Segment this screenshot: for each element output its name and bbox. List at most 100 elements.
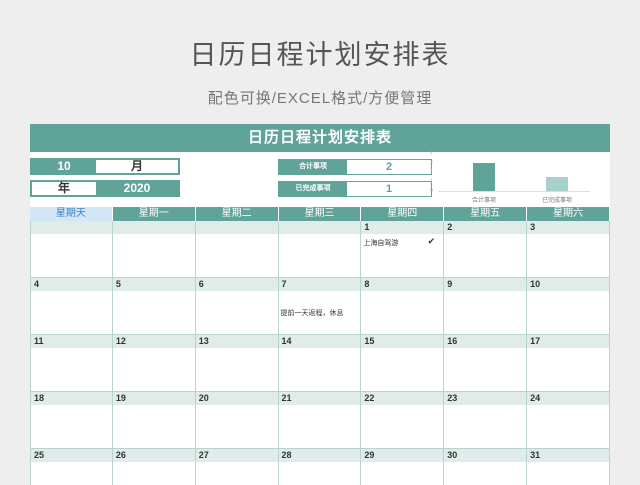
day-number: 16: [444, 335, 527, 348]
day-number: [195, 221, 278, 234]
month-value[interactable]: 10: [32, 160, 96, 173]
day-number: 26: [112, 449, 195, 462]
day-number: 30: [444, 449, 527, 462]
day-note[interactable]: 上海自驾游: [363, 238, 398, 248]
calendar-day[interactable]: 6: [195, 278, 279, 335]
calendar-week: 18 19 20 21 22 23 24: [30, 392, 610, 449]
day-number: 23: [444, 392, 527, 405]
y-tick-label: 1: [430, 169, 433, 175]
calendar-day[interactable]: [195, 221, 279, 278]
calendar-day[interactable]: 19: [112, 392, 196, 449]
y-tick-label: 1: [430, 178, 433, 185]
calendar-day[interactable]: 2: [444, 221, 528, 278]
calendar-week: 4 5 6 7 提前一天返程，休息 8 9 10: [30, 278, 610, 335]
year-box[interactable]: 年 2020: [30, 180, 180, 197]
x-tick-label: 合计事项: [471, 198, 496, 204]
calendar-week: 11 12 13 14 15 16 17: [30, 335, 610, 392]
calendar-day[interactable]: 8: [361, 278, 445, 335]
day-number: [112, 221, 195, 234]
day-number: 22: [361, 392, 444, 405]
day-number: 5: [112, 278, 195, 291]
calendar-day[interactable]: 29: [361, 449, 445, 485]
day-number: 7: [278, 278, 361, 291]
calendar-day[interactable]: 31: [527, 449, 610, 485]
calendar-day[interactable]: 22: [361, 392, 445, 449]
done-check-icon[interactable]: ✔: [428, 236, 436, 247]
day-number: 28: [278, 449, 361, 462]
stat-total: 合计事项 2: [278, 159, 432, 175]
calendar-day[interactable]: 21: [278, 392, 362, 449]
day-number: 18: [31, 392, 112, 405]
calendar-weeks: 1 上海自驾游 ✔ 2 3 4 5 6 7 提前一天返程，休息 8 9 10 11 12 13 14 15 16 17…: [30, 221, 610, 485]
calendar-day[interactable]: 30: [444, 449, 528, 485]
x-tick-label: 已完成事项: [541, 198, 572, 204]
day-number: 20: [195, 392, 278, 405]
day-number: 21: [278, 392, 361, 405]
day-number: [31, 221, 112, 234]
stat-done-label: 已完成事项: [279, 182, 347, 196]
day-number: 15: [361, 335, 444, 348]
calendar-day[interactable]: 9: [444, 278, 528, 335]
day-note[interactable]: 提前一天返程，休息: [281, 308, 344, 318]
day-number: 24: [527, 392, 609, 405]
calendar-day[interactable]: 18: [30, 392, 113, 449]
day-number: 8: [361, 278, 444, 291]
day-number: 29: [361, 449, 444, 462]
calendar-sheet: 日历日程计划安排表 10 月 年 2020 合计事项 2 已完成事项 1 221…: [30, 124, 610, 485]
calendar-day[interactable]: [112, 221, 196, 278]
day-number: 17: [527, 335, 609, 348]
calendar-day[interactable]: 13: [195, 335, 279, 392]
calendar-week: 25 26 27 28 29 30 31: [30, 449, 610, 485]
weekday-label: 星期四: [361, 207, 445, 221]
calendar-day[interactable]: 15: [361, 335, 445, 392]
weekday-label: 星期一: [112, 207, 196, 221]
weekday-label: 星期五: [444, 207, 528, 221]
year-value[interactable]: 2020: [96, 182, 178, 195]
summary-bar-chart: 2 2 1 1 0 合计事项 已完成事项: [430, 150, 590, 207]
calendar-day[interactable]: 11: [30, 335, 113, 392]
day-number: 11: [31, 335, 112, 348]
calendar-day[interactable]: 27: [195, 449, 279, 485]
day-number: 12: [112, 335, 195, 348]
y-tick-label: 2: [430, 150, 433, 156]
y-tick-label: 0: [430, 188, 433, 194]
chart-bar: [473, 163, 495, 191]
calendar-day[interactable]: 16: [444, 335, 528, 392]
day-number: 1: [361, 221, 444, 234]
calendar-day[interactable]: 24: [527, 392, 610, 449]
calendar-day[interactable]: 5: [112, 278, 196, 335]
calendar-day[interactable]: 1 上海自驾游 ✔: [361, 221, 445, 278]
calendar-day[interactable]: [278, 221, 362, 278]
calendar-day[interactable]: 25: [30, 449, 113, 485]
calendar-day[interactable]: 7 提前一天返程，休息: [278, 278, 362, 335]
stat-total-value: 2: [347, 160, 431, 174]
day-number: 31: [527, 449, 609, 462]
calendar-day[interactable]: 23: [444, 392, 528, 449]
stat-done-value: 1: [347, 182, 431, 196]
calendar-day[interactable]: 14: [278, 335, 362, 392]
day-number: [278, 221, 361, 234]
calendar-week: 1 上海自驾游 ✔ 2 3: [30, 221, 610, 278]
calendar-day[interactable]: 12: [112, 335, 196, 392]
weekday-label: 星期天: [30, 207, 113, 221]
day-number: 27: [195, 449, 278, 462]
calendar-day[interactable]: 4: [30, 278, 113, 335]
calendar-day[interactable]: [30, 221, 113, 278]
day-number: 3: [527, 221, 609, 234]
calendar-day[interactable]: 20: [195, 392, 279, 449]
calendar-day[interactable]: 17: [527, 335, 610, 392]
day-number: 2: [444, 221, 527, 234]
calendar-day[interactable]: 10: [527, 278, 610, 335]
calendar-day[interactable]: 26: [112, 449, 196, 485]
day-number: 13: [195, 335, 278, 348]
month-box[interactable]: 10 月: [30, 158, 180, 175]
year-label: 年: [32, 182, 96, 195]
day-number: 25: [31, 449, 112, 462]
calendar-day[interactable]: 3: [527, 221, 610, 278]
weekday-header: 星期天 星期一 星期二 星期三 星期四 星期五 星期六: [30, 207, 610, 221]
calendar-day[interactable]: 28: [278, 449, 362, 485]
stat-total-label: 合计事项: [279, 160, 347, 174]
stat-done: 已完成事项 1: [278, 181, 432, 197]
day-number: 14: [278, 335, 361, 348]
x-axis-line: [438, 191, 590, 192]
